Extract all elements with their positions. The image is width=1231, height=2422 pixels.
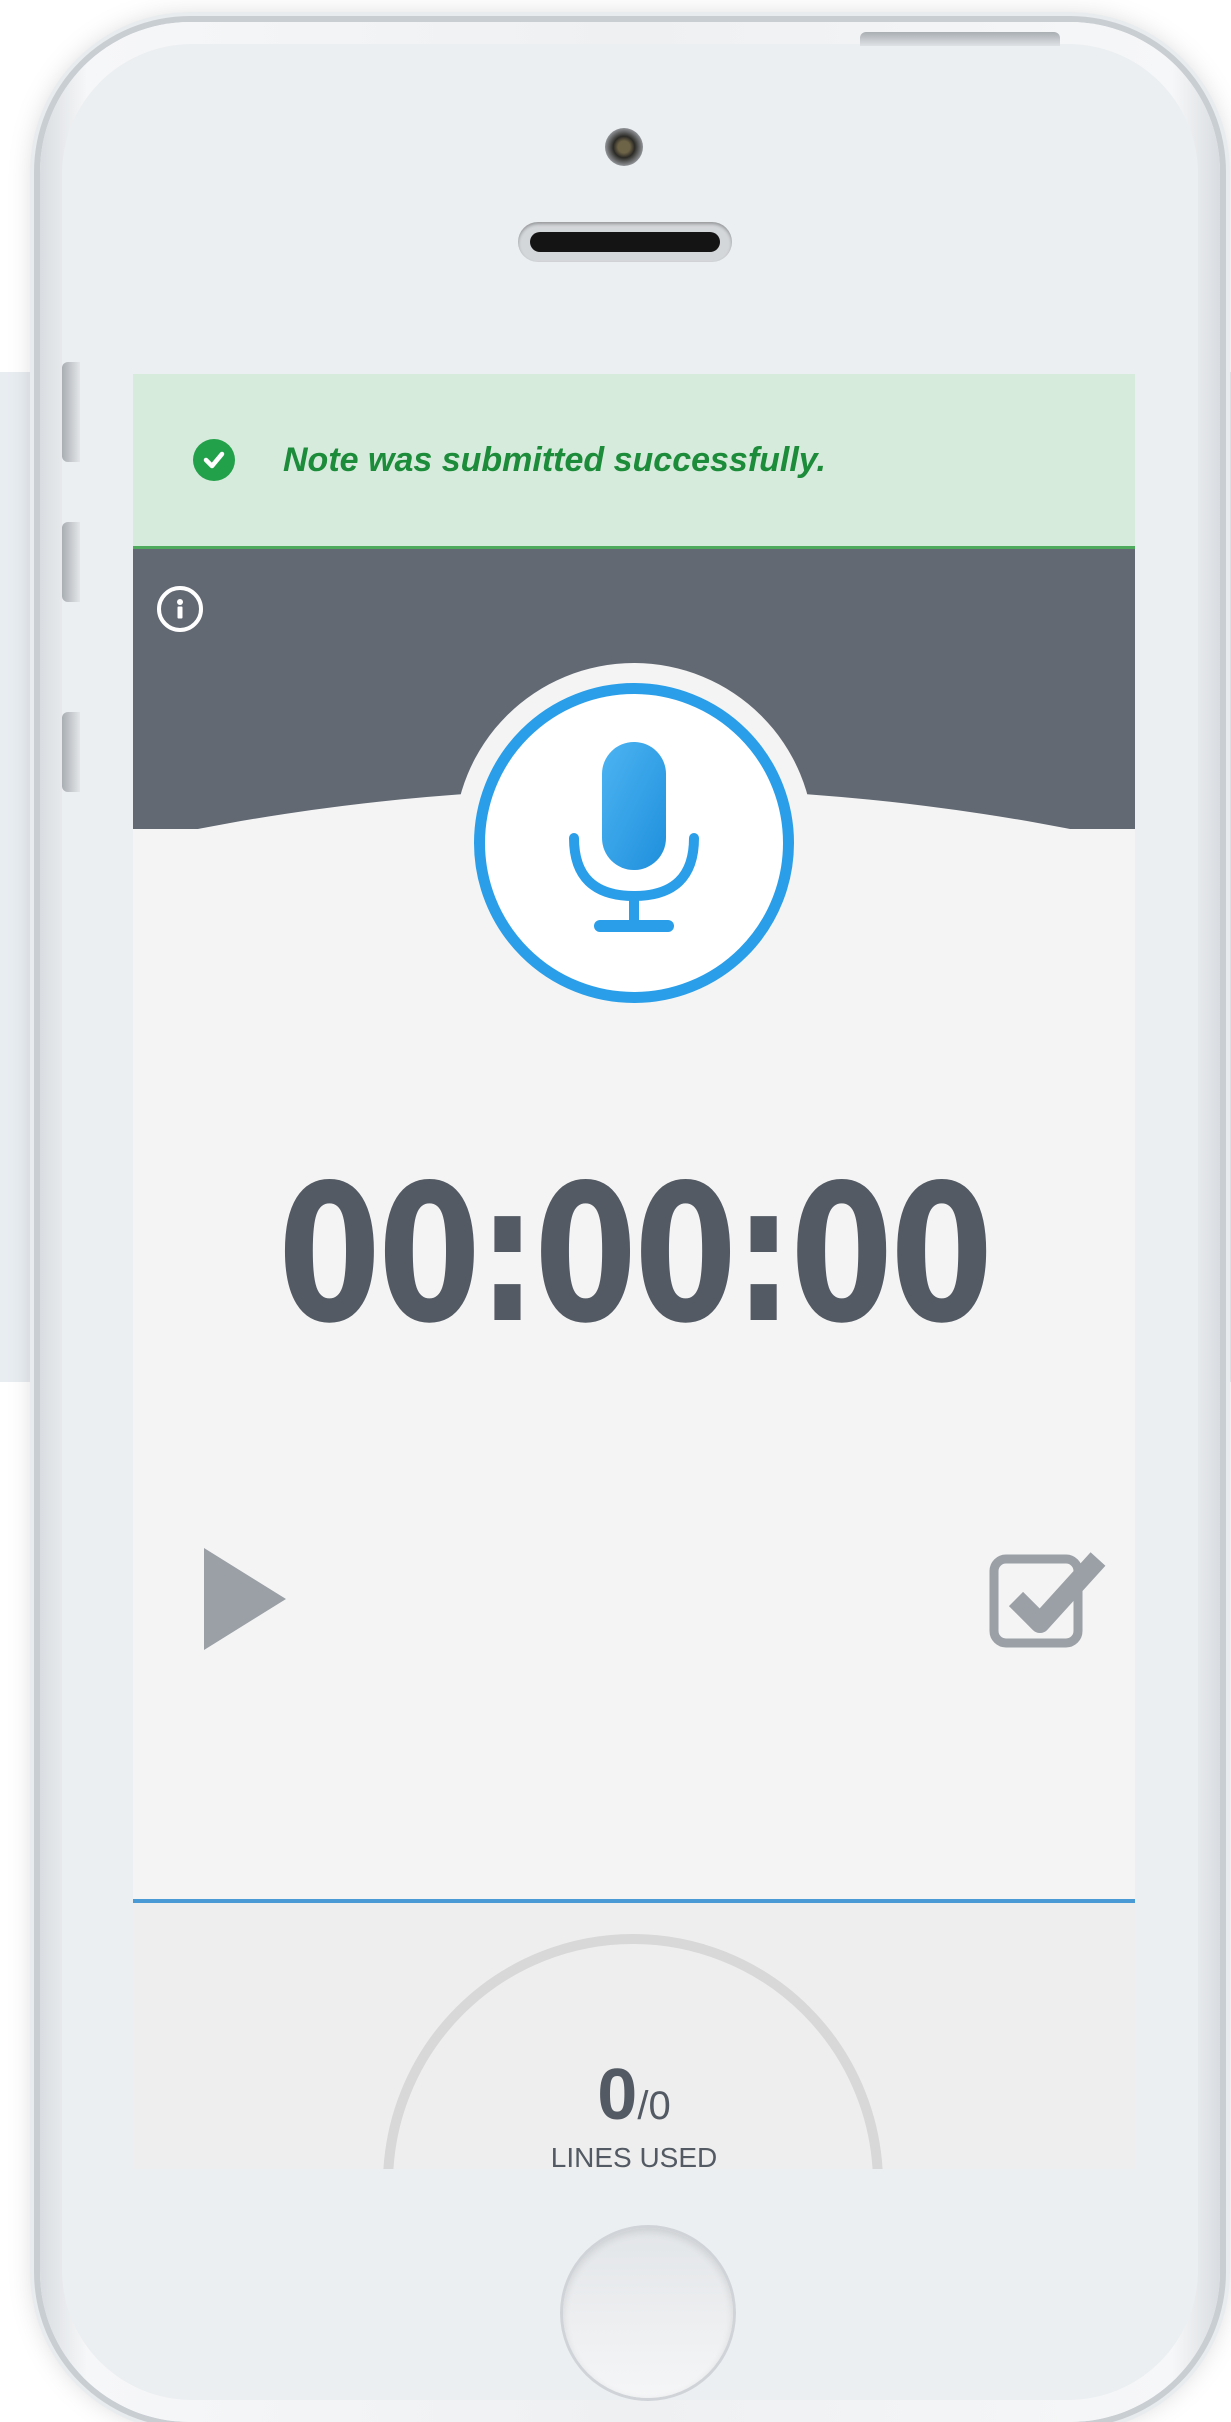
silent-switch: [62, 362, 80, 462]
success-banner: Note was submitted successfully.: [133, 374, 1135, 549]
info-icon[interactable]: [157, 586, 203, 632]
check-circle-icon: [193, 439, 235, 481]
volume-up-button: [62, 522, 80, 602]
play-icon: [204, 1548, 286, 1650]
front-camera: [605, 128, 643, 166]
submit-button[interactable]: [983, 1534, 1113, 1664]
power-button: [860, 32, 1060, 46]
play-button[interactable]: [185, 1534, 305, 1664]
earpiece-speaker: [518, 222, 732, 262]
lines-used-label: LINES USED: [550, 2142, 718, 2169]
volume-down-button: [62, 712, 80, 792]
record-button[interactable]: [474, 683, 794, 1003]
recording-timer: 00:00:00: [277, 1144, 993, 1365]
microphone-icon: [569, 742, 699, 932]
lines-used-value: 0: [597, 2055, 638, 2135]
lines-total-value: /0: [637, 2084, 671, 2128]
lines-used-count: 0/0: [133, 2054, 1135, 2136]
checkbox-check-icon: [989, 1552, 1106, 1648]
home-button[interactable]: [563, 2228, 733, 2398]
banner-message: Note was submitted successfully.: [283, 440, 826, 479]
app-screen: Note was submitted successfully. 00:00:0…: [133, 374, 1135, 2169]
